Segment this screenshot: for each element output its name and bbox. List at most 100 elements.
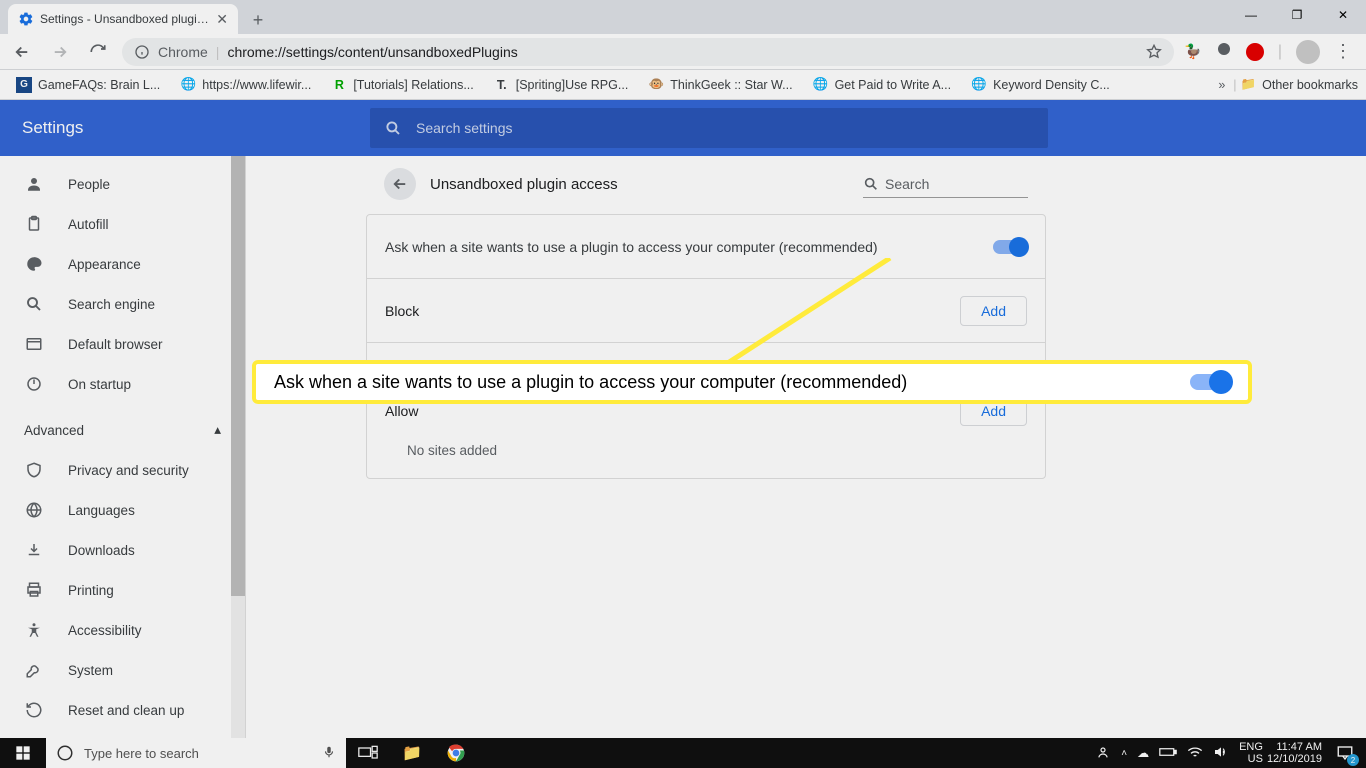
battery-icon[interactable] (1159, 746, 1177, 761)
site-info-icon (134, 44, 150, 60)
chrome-menu-icon[interactable]: ⋮ (1334, 41, 1352, 62)
people-icon[interactable] (1095, 744, 1111, 763)
block-add-button[interactable]: Add (960, 296, 1027, 326)
panel-header: Unsandboxed plugin access Search (366, 156, 1046, 212)
back-button[interactable] (8, 38, 36, 66)
sidebar-item-reset[interactable]: Reset and clean up (0, 690, 245, 730)
sidebar-item-accessibility[interactable]: Accessibility (0, 610, 245, 650)
system-tray: ˄ ☁ ENGUS 11:47 AM12/10/2019 2 (1095, 741, 1366, 765)
settings-title: Settings (0, 118, 370, 138)
taskbar-search[interactable]: Type here to search (46, 738, 346, 768)
taskbar-pinned: 📁 (346, 738, 478, 768)
sidebar-item-appearance[interactable]: Appearance (0, 244, 245, 284)
tab-title: Settings - Unsandboxed plugin a (40, 12, 210, 26)
bookmark-item[interactable]: 🌐https://www.lifewir... (172, 72, 319, 98)
sidebar-item-downloads[interactable]: Downloads (0, 530, 245, 570)
favicon-icon: G (16, 77, 32, 93)
settings-search-input[interactable] (416, 120, 1034, 136)
other-bookmarks-label: Other bookmarks (1262, 78, 1358, 92)
row-block: Block Add (367, 279, 1045, 343)
scrollbar-thumb[interactable] (231, 156, 245, 596)
panel-search[interactable]: Search (863, 170, 1028, 198)
forward-button[interactable] (46, 38, 74, 66)
sidebar-item-label: System (68, 663, 113, 678)
star-bookmark-icon[interactable] (1146, 44, 1162, 60)
tray-overflow-icon[interactable]: ˄ (1121, 748, 1127, 759)
bookmark-item[interactable]: R [Tutorials] Relations... (323, 72, 481, 98)
search-icon (384, 119, 402, 137)
onedrive-icon[interactable]: ☁ (1137, 746, 1149, 760)
url-path: chrome://settings/content/unsandboxedPlu… (227, 44, 517, 60)
favicon-icon: R (331, 77, 347, 93)
bookmark-label: Get Paid to Write A... (835, 78, 952, 92)
sidebar-item-search-engine[interactable]: Search engine (0, 284, 245, 324)
sidebar-item-label: On startup (68, 377, 131, 392)
sidebar-item-on-startup[interactable]: On startup (0, 364, 245, 404)
restore-icon (24, 700, 44, 720)
file-explorer-icon[interactable]: 📁 (390, 738, 434, 768)
wrench-icon (24, 660, 44, 680)
clock[interactable]: 11:47 AM12/10/2019 (1267, 741, 1322, 765)
browser-tab[interactable]: Settings - Unsandboxed plugin a ✕ (8, 4, 238, 34)
ask-permission-label: Ask when a site wants to use a plugin to… (385, 239, 878, 255)
start-button[interactable] (0, 738, 46, 768)
profile-avatar-icon[interactable] (1296, 40, 1320, 64)
settings-app: Settings People Autofill Appearance Sear… (0, 100, 1366, 738)
task-view-icon[interactable] (346, 738, 390, 768)
maximize-button[interactable]: ❐ (1274, 0, 1320, 30)
other-bookmarks[interactable]: 📁Other bookmarks (1241, 77, 1358, 92)
bookmark-label: [Tutorials] Relations... (353, 78, 473, 92)
sidebar-item-default-browser[interactable]: Default browser (0, 324, 245, 364)
toolbar-extensions: 🦆 | ⋮ (1184, 40, 1358, 64)
close-window-button[interactable]: ✕ (1320, 0, 1366, 30)
settings-search[interactable] (370, 108, 1048, 148)
bookmark-item[interactable]: GGameFAQs: Brain L... (8, 72, 168, 98)
sidebar-item-people[interactable]: People (0, 164, 245, 204)
bookmark-item[interactable]: 🌐Keyword Density C... (963, 72, 1118, 98)
panel-back-button[interactable] (384, 168, 416, 200)
palette-icon (24, 254, 44, 274)
reload-button[interactable] (84, 38, 112, 66)
language-indicator[interactable]: ENGUS (1239, 741, 1263, 765)
extension-icon[interactable] (1216, 41, 1232, 62)
favicon-icon: 🐵 (648, 77, 664, 93)
row-ask-permission: Ask when a site wants to use a plugin to… (367, 215, 1045, 279)
favicon-icon: T. (494, 77, 510, 93)
sidebar-item-label: Printing (68, 583, 114, 598)
sidebar-item-label: Autofill (68, 217, 109, 232)
settings-sidebar: People Autofill Appearance Search engine… (0, 156, 246, 738)
sidebar-item-languages[interactable]: Languages (0, 490, 245, 530)
opera-extension-icon[interactable] (1246, 43, 1264, 61)
bookmark-label: https://www.lifewir... (202, 78, 311, 92)
extension-icon[interactable]: 🦆 (1184, 43, 1201, 60)
search-icon (24, 294, 44, 314)
bookmark-item[interactable]: 🐵ThinkGeek :: Star W... (640, 72, 800, 98)
chevron-up-icon: ▴ (214, 422, 221, 438)
action-center-icon[interactable]: 2 (1332, 741, 1358, 765)
sidebar-item-printing[interactable]: Printing (0, 570, 245, 610)
mic-icon[interactable] (322, 745, 336, 762)
browser-icon (24, 334, 44, 354)
callout-text: Ask when a site wants to use a plugin to… (274, 372, 907, 393)
bookmark-item[interactable]: T.[Spriting]Use RPG... (486, 72, 637, 98)
omnibox[interactable]: Chrome | chrome://settings/content/unsan… (122, 38, 1174, 66)
sidebar-advanced-toggle[interactable]: Advanced▴ (0, 410, 245, 450)
sidebar-item-label: Downloads (68, 543, 135, 558)
notification-badge: 2 (1347, 754, 1359, 766)
sidebar-item-privacy[interactable]: Privacy and security (0, 450, 245, 490)
wifi-icon[interactable] (1187, 745, 1203, 762)
block-heading: Block (385, 303, 419, 319)
settings-content: Unsandboxed plugin access Search Ask whe… (246, 156, 1366, 738)
sidebar-item-system[interactable]: System (0, 650, 245, 690)
bookmark-item[interactable]: 🌐Get Paid to Write A... (805, 72, 960, 98)
sidebar-item-autofill[interactable]: Autofill (0, 204, 245, 244)
new-tab-button[interactable]: + (244, 6, 272, 34)
volume-icon[interactable] (1213, 745, 1229, 762)
minimize-button[interactable]: — (1228, 0, 1274, 30)
chrome-taskbar-icon[interactable] (434, 738, 478, 768)
tab-close-icon[interactable]: ✕ (216, 11, 228, 28)
callout-toggle[interactable] (1190, 374, 1230, 390)
bookmarks-overflow-icon[interactable]: » (1218, 78, 1225, 92)
url-prefix: Chrome (158, 44, 208, 60)
ask-permission-toggle[interactable] (993, 240, 1027, 254)
